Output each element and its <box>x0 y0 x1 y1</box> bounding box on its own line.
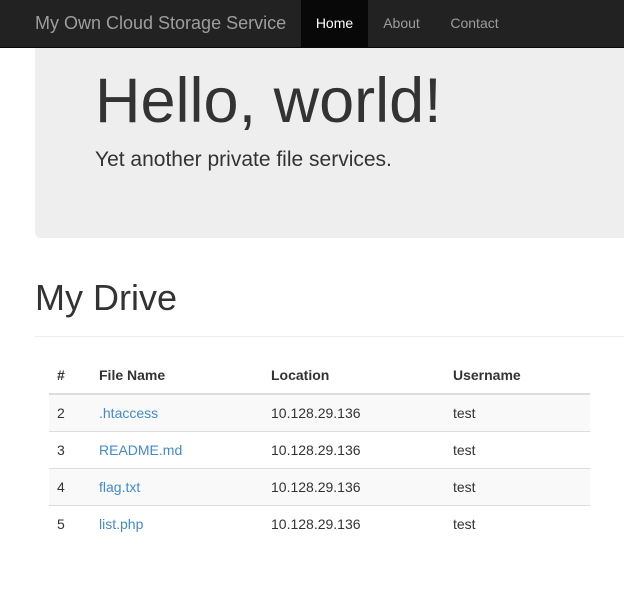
row-number: 2 <box>49 394 91 432</box>
location-cell: 10.128.29.136 <box>271 515 361 532</box>
file-link[interactable]: list.php <box>99 516 143 532</box>
table-header-row: # File Name Location Username <box>49 356 590 395</box>
nav-home[interactable]: Home <box>301 0 368 48</box>
file-name-cell: .htaccess <box>91 394 263 432</box>
table-row: 5 list.php 10.128.29.136 test <box>49 505 590 542</box>
column-header-location: Location <box>263 356 445 395</box>
nav-about[interactable]: About <box>368 0 435 48</box>
column-header-number: # <box>49 356 91 395</box>
hero-subtitle: Yet another private file services. <box>95 148 392 171</box>
location-cell: 10.128.29.136 <box>263 468 445 506</box>
jumbotron: Hello, world! Yet another private file s… <box>35 48 624 238</box>
username-cell: test <box>445 431 590 469</box>
username-cell: test <box>453 515 476 532</box>
section-title: My Drive <box>35 277 177 318</box>
file-name-cell: README.md <box>91 431 263 469</box>
file-name-cell: flag.txt <box>91 468 263 506</box>
location-cell: 10.128.29.136 <box>263 394 445 432</box>
section-divider <box>35 336 624 337</box>
column-header-username: Username <box>445 356 590 395</box>
table-row: 2 .htaccess 10.128.29.136 test <box>49 394 590 432</box>
file-link[interactable]: .htaccess <box>99 405 158 421</box>
drive-table: # File Name Location Username 2 .htacces… <box>49 356 590 542</box>
brand-link[interactable]: My Own Cloud Storage Service <box>35 12 286 34</box>
column-header-file-name: File Name <box>91 356 263 395</box>
nav-contact[interactable]: Contact <box>435 0 514 48</box>
row-number: 5 <box>57 515 65 532</box>
top-navbar: My Own Cloud Storage Service Home About … <box>0 0 624 48</box>
row-number: 4 <box>49 468 91 506</box>
username-cell: test <box>445 468 590 506</box>
table-row: 4 flag.txt 10.128.29.136 test <box>49 468 590 506</box>
file-link[interactable]: README.md <box>99 442 182 458</box>
location-cell: 10.128.29.136 <box>263 431 445 469</box>
hero-title: Hello, world! <box>95 66 442 136</box>
file-name-cell: list.php <box>91 505 263 542</box>
row-number: 3 <box>49 431 91 469</box>
table-row: 3 README.md 10.128.29.136 test <box>49 431 590 469</box>
username-cell: test <box>445 394 590 432</box>
file-link[interactable]: flag.txt <box>99 479 140 495</box>
